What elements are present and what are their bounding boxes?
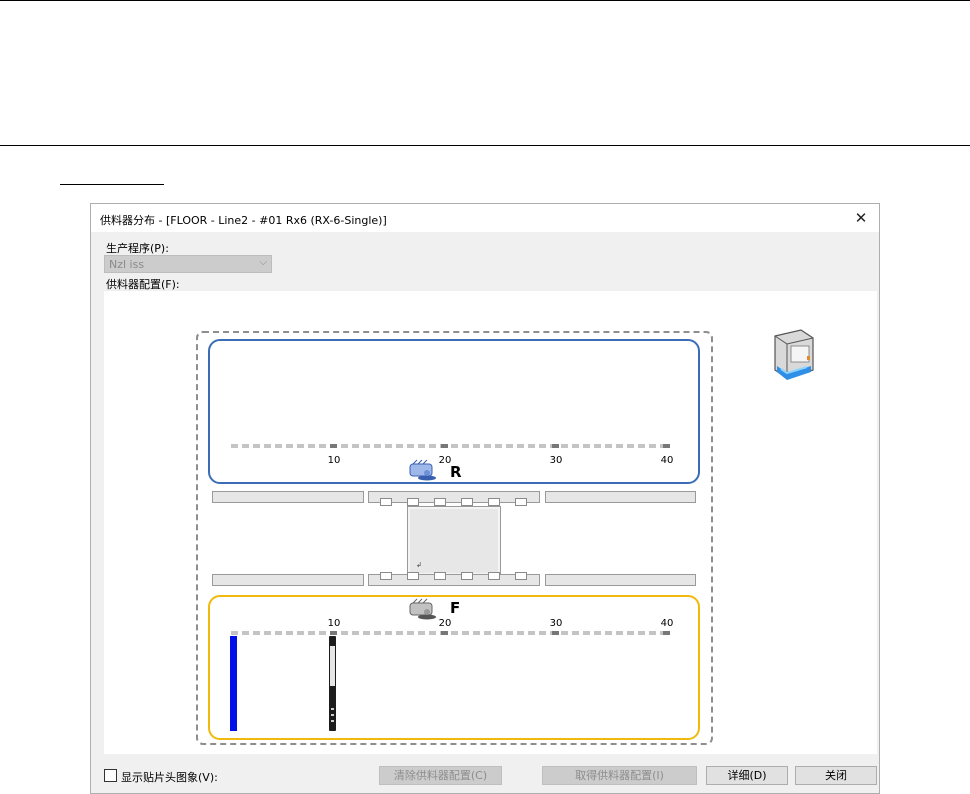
close-icon[interactable]: ✕ [849, 208, 873, 228]
conveyor-rail-right-bottom [545, 574, 696, 586]
rear-zone-letter: R [450, 463, 462, 481]
feeder-layout-label: 供料器配置(F): [106, 278, 180, 291]
front-tick [552, 631, 559, 635]
feeder-indicator [331, 714, 334, 716]
rear-slot-number: 40 [660, 455, 674, 466]
feeder-indicator [331, 708, 334, 710]
conveyor-rail-right-top [545, 491, 696, 503]
rail-pocket [488, 498, 500, 506]
rear-slot-number: 30 [549, 455, 563, 466]
machine-icon[interactable] [767, 326, 819, 386]
rail-pocket [515, 498, 527, 506]
section-rule [0, 145, 970, 146]
front-zone-letter: F [450, 599, 461, 617]
rail-pocket [488, 572, 500, 580]
rail-pocket [461, 498, 473, 506]
top-rule [0, 0, 970, 1]
placement-head-icon[interactable] [407, 459, 441, 481]
feeder-slot-10[interactable] [329, 636, 336, 731]
conveyor-rail-left-bottom [212, 574, 364, 586]
rear-tick [330, 444, 337, 448]
rear-slot-track [231, 444, 671, 448]
feeder-layout-canvas[interactable]: 10 20 30 40 R ↲ F 10 20 30 40 [104, 291, 877, 754]
feeder-slot-1[interactable] [230, 636, 237, 731]
dialog-title: 供料器分布 - [FLOOR - Line2 - #01 Rx6 (RX-6-S… [100, 214, 387, 227]
program-value: Nzl iss [109, 258, 145, 271]
rail-pocket [407, 572, 419, 580]
program-select[interactable]: Nzl iss ⌵ [104, 255, 272, 273]
feeder-tape-window [330, 646, 335, 686]
front-slot-track [231, 631, 671, 635]
front-tick [330, 631, 337, 635]
feeder-distribution-dialog: 供料器分布 - [FLOOR - Line2 - #01 Rx6 (RX-6-S… [90, 203, 880, 794]
rear-slot-number: 10 [327, 455, 341, 466]
clear-feeder-config-button[interactable]: 清除供料器配置(C) [379, 766, 502, 785]
title-bar[interactable]: 供料器分布 - [FLOOR - Line2 - #01 Rx6 (RX-6-S… [91, 204, 879, 232]
chevron-down-icon: ⌵ [259, 257, 267, 268]
rail-pocket [515, 572, 527, 580]
rear-tick [552, 444, 559, 448]
feeder-indicator [331, 720, 334, 722]
front-slot-number: 10 [327, 618, 341, 629]
rear-tick [441, 444, 448, 448]
rear-tick [663, 444, 670, 448]
show-nozzle-image-checkbox[interactable] [104, 769, 117, 782]
close-button[interactable]: 关闭 [795, 766, 877, 785]
board-origin-mark: ↲ [416, 561, 422, 569]
detail-button[interactable]: 详细(D) [706, 766, 788, 785]
front-slot-number: 30 [549, 618, 563, 629]
rail-pocket [434, 572, 446, 580]
conveyor-rail-left-top [212, 491, 364, 503]
program-label: 生产程序(P): [106, 242, 169, 255]
pcb-board[interactable]: ↲ [407, 506, 501, 576]
front-tick [441, 631, 448, 635]
placement-head-icon[interactable] [407, 598, 441, 620]
front-slot-number: 40 [660, 618, 674, 629]
rail-pocket [461, 572, 473, 580]
rail-pocket [434, 498, 446, 506]
rail-pocket [380, 498, 392, 506]
heading-underline [60, 184, 164, 185]
get-feeder-config-button[interactable]: 取得供料器配置(I) [542, 766, 697, 785]
rail-pocket [380, 572, 392, 580]
show-nozzle-image-label[interactable]: 显示贴片头图象(V): [121, 769, 218, 785]
front-slot-number: 20 [438, 618, 452, 629]
front-tick [663, 631, 670, 635]
rail-pocket [407, 498, 419, 506]
